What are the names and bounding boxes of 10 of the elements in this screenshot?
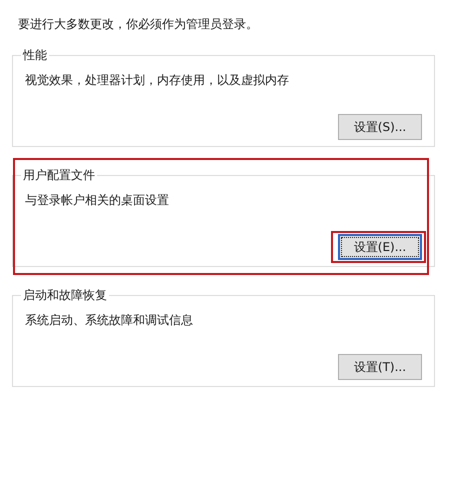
- group-description: 与登录帐户相关的桌面设置: [25, 192, 169, 209]
- settings-button[interactable]: 设置(E)...: [338, 234, 422, 260]
- group-title: 性能: [22, 47, 48, 64]
- group-description: 系统启动、系统故障和调试信息: [25, 312, 193, 329]
- admin-notice: 要进行大多数更改，你必须作为管理员登录。: [18, 16, 258, 33]
- group-description: 视觉效果，处理器计划，内存使用，以及虚拟内存: [25, 72, 289, 89]
- group-title: 启动和故障恢复: [22, 287, 108, 304]
- settings-button[interactable]: 设置(T)...: [338, 354, 422, 380]
- settings-button[interactable]: 设置(S)...: [338, 114, 422, 140]
- group-title: 用户配置文件: [22, 167, 96, 184]
